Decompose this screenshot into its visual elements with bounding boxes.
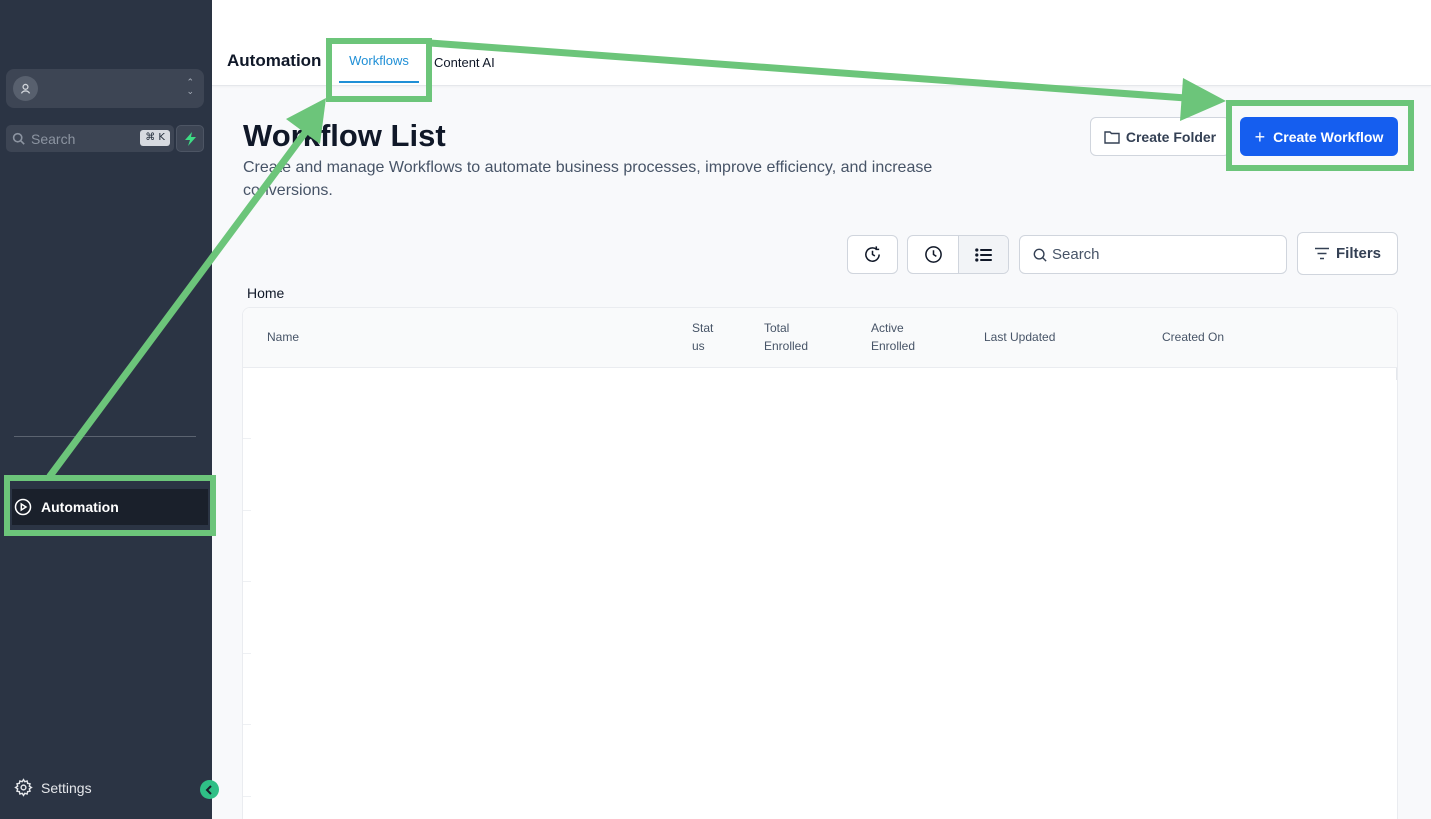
sidebar-search[interactable]: Search ⌘ K: [6, 125, 174, 152]
page-title: Workflow List: [243, 118, 446, 153]
sidebar-search-placeholder: Search: [31, 130, 76, 147]
location-icon: [13, 76, 38, 101]
create-folder-label: Create Folder: [1125, 128, 1217, 145]
row-divider: [243, 724, 251, 725]
filters-label: Filters: [1335, 245, 1381, 262]
list-view-button[interactable]: [958, 236, 1008, 273]
history-icon: [865, 246, 880, 262]
column-created-on[interactable]: Created On: [1162, 328, 1224, 346]
view-toggle: [907, 235, 1009, 274]
active-tab-indicator: [339, 81, 419, 83]
sidebar-item-automation[interactable]: Automation: [12, 489, 208, 525]
tab-content-ai[interactable]: Content AI: [434, 55, 495, 70]
list-icon: [975, 247, 992, 262]
column-name[interactable]: Name: [267, 328, 299, 346]
table-scrollbar[interactable]: [1396, 368, 1397, 380]
filters-button[interactable]: Filters: [1297, 232, 1398, 275]
filter-icon: [1314, 247, 1329, 260]
breadcrumb[interactable]: Home: [247, 285, 284, 301]
tab-label: Workflows: [349, 53, 409, 68]
collapse-sidebar-button[interactable]: [200, 780, 219, 799]
row-divider: [243, 581, 251, 582]
sidebar-item-label: Automation: [41, 499, 119, 515]
folder-icon: [1104, 130, 1120, 144]
module-title: Automation: [227, 51, 322, 70]
shortcut-badge: ⌘ K: [140, 130, 170, 146]
row-divider: [243, 796, 251, 797]
create-workflow-label: Create Workflow: [1273, 128, 1384, 145]
top-bar: Automation Workflows Content AI: [212, 0, 1431, 86]
bolt-icon: [184, 131, 196, 146]
create-folder-button[interactable]: Create Folder: [1090, 117, 1230, 156]
quick-actions-button[interactable]: [176, 125, 204, 152]
sidebar: ⌃ ⌄ Search ⌘ K Automation Settings: [0, 0, 212, 819]
column-total-enrolled[interactable]: Total Enrolled: [764, 319, 808, 355]
create-workflow-button[interactable]: + Create Workflow: [1240, 117, 1398, 156]
row-divider: [243, 653, 251, 654]
workflow-table: Name Stat us Total Enrolled Active Enrol…: [242, 307, 1398, 819]
chevron-up-down-icon: ⌃ ⌄: [186, 77, 194, 96]
column-last-updated[interactable]: Last Updated: [984, 328, 1055, 346]
table-header: Name Stat us Total Enrolled Active Enrol…: [243, 308, 1397, 368]
recent-view-button[interactable]: [908, 236, 958, 273]
sidebar-item-settings[interactable]: Settings: [14, 778, 92, 797]
clock-icon: [924, 246, 942, 263]
tab-workflows[interactable]: Workflows: [339, 53, 419, 83]
plus-icon: +: [1254, 126, 1266, 147]
column-active-enrolled[interactable]: Active Enrolled: [871, 319, 915, 355]
column-status[interactable]: Stat us: [692, 319, 713, 355]
account-switcher[interactable]: ⌃ ⌄: [6, 69, 204, 108]
search-icon: [1033, 248, 1047, 262]
search-icon: [12, 132, 25, 145]
sidebar-item-label: Settings: [41, 779, 92, 796]
row-divider: [243, 438, 251, 439]
sidebar-divider: [14, 436, 196, 437]
workflow-search[interactable]: [1019, 235, 1287, 274]
row-divider: [243, 510, 251, 511]
play-circle-icon: [14, 498, 32, 516]
history-button[interactable]: [847, 235, 898, 274]
page-subtitle: Create and manage Workflows to automate …: [243, 159, 933, 199]
chevron-left-icon: [205, 784, 212, 795]
gear-icon: [14, 778, 33, 797]
search-input[interactable]: [1052, 246, 1272, 263]
